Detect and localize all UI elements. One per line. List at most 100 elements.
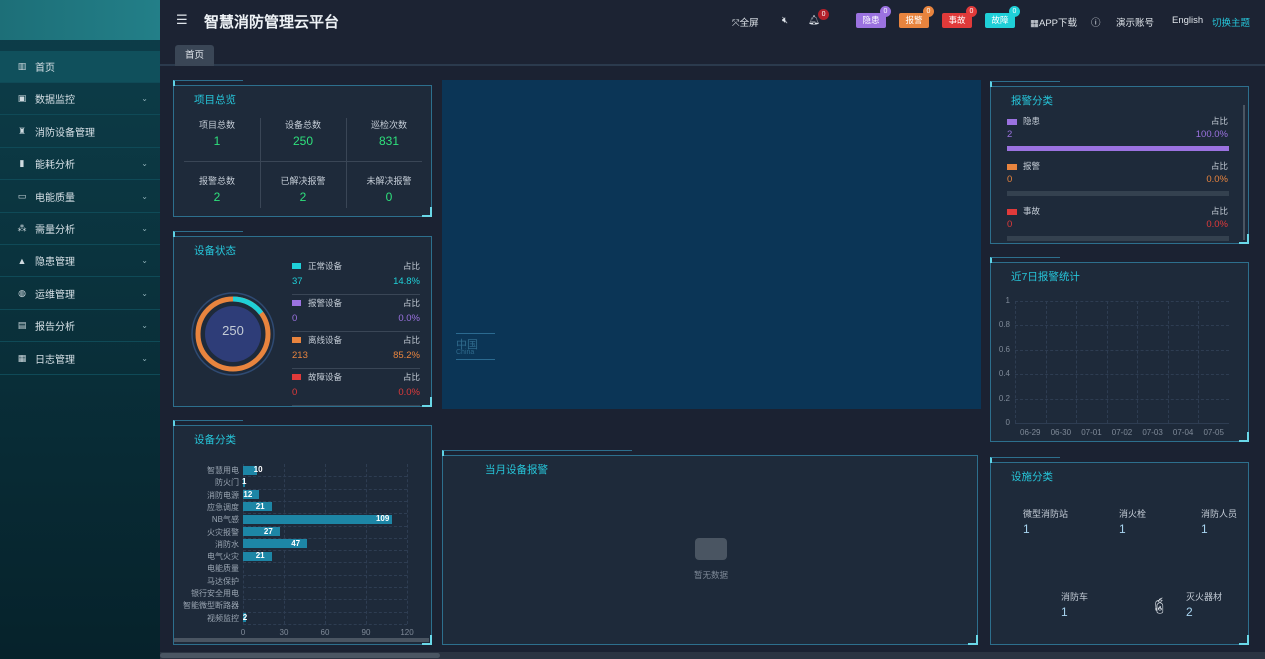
- grid-line: [1137, 301, 1139, 423]
- facility-panel: 设施分类 🧯︎ 微型消防站 1 消火栓 1 消防人员 1 消防车 1 灭火器材 2: [990, 457, 1249, 645]
- alarm-category-panel: 报警分类 隐患 占比 2 100.0% 报警 占比 0 0.0% 事故 占比 0 0.0%: [990, 81, 1249, 244]
- grid-line: [1015, 301, 1016, 423]
- badge-3[interactable]: 故障 0: [985, 6, 1020, 28]
- grid-line: [1076, 301, 1078, 423]
- app-title: 智慧消防管理云平台: [204, 14, 340, 31]
- category-pct: 0.0%: [1206, 174, 1228, 185]
- badge-0[interactable]: 隐患 0: [856, 6, 891, 28]
- grid-line: [243, 587, 407, 588]
- sidebar-item-3[interactable]: ▮ 能耗分析 ⌄: [0, 148, 160, 181]
- legend-swatch: [292, 300, 301, 306]
- monthly-alarm-panel: 当月设备报警 暂无数据: [442, 450, 978, 645]
- language-switch[interactable]: English: [1172, 15, 1203, 26]
- map[interactable]: 中国 China: [442, 80, 981, 409]
- theme-switch[interactable]: 切换主题: [1212, 15, 1250, 29]
- legend-row: 报警设备 占比 0 0.0%: [292, 296, 420, 332]
- category-pct: 0.0%: [1206, 219, 1228, 230]
- bar-value-label: 1: [242, 477, 247, 487]
- legend-label: 报警设备: [308, 298, 343, 308]
- sidebar-item-2[interactable]: ♜ 消防设备管理: [0, 116, 160, 148]
- legend-value: 0: [292, 387, 298, 398]
- sidebar-item-1[interactable]: ▣ 数据监控 ⌄: [0, 83, 160, 116]
- legend-value: 213: [292, 350, 308, 361]
- legend-swatch: [1007, 209, 1017, 215]
- y-tick-label: 0.2: [998, 393, 1010, 403]
- weekly-alarm-panel: 近7日报警统计 0 0.2 0.4 0.6 0.8 1 06-29 06-30 07-01 07-…: [990, 257, 1250, 443]
- badge-1[interactable]: 报警 0: [899, 6, 934, 28]
- category-label: 隐患: [1023, 116, 1041, 126]
- account-menu[interactable]: 演示账号: [1116, 15, 1154, 29]
- grid-line: [1015, 374, 1229, 376]
- grid-line: [1015, 325, 1229, 327]
- horizontal-scrollbar[interactable]: [174, 638, 429, 642]
- x-tick-label: 07-04: [1172, 428, 1194, 437]
- sidebar-item-8[interactable]: ▤ 报告分析 ⌄: [0, 310, 160, 343]
- grid-line: [243, 562, 407, 564]
- x-tick-label: 06-29: [1020, 428, 1041, 437]
- legend-value: 37: [292, 276, 303, 287]
- category-label: 应急调度: [207, 502, 239, 512]
- fullscreen-button[interactable]: ⤧全屏: [732, 15, 759, 29]
- ratio-label: 占比: [402, 335, 420, 345]
- logo-area: [0, 0, 160, 40]
- ratio-label: 占比: [1210, 116, 1228, 126]
- category-label: 视频监控: [207, 613, 239, 623]
- bar-value-label: 12: [243, 489, 253, 499]
- sidebar-item-0[interactable]: ▥ 首页: [0, 51, 160, 83]
- chevron-down-icon: ⌄: [141, 256, 148, 266]
- menu-toggle-icon[interactable]: ☰: [176, 12, 188, 28]
- badge-label: 报警: [905, 15, 923, 25]
- x-tick-label: 60: [320, 627, 330, 637]
- bar-value-label: 21: [255, 551, 265, 561]
- sidebar-item-label: 报告分析: [35, 322, 75, 334]
- app-download-button[interactable]: ▦APP下载: [1030, 15, 1077, 29]
- ratio-label: 占比: [1210, 206, 1228, 216]
- grid-line: [1015, 301, 1229, 302]
- stat-label: 设备总数: [284, 120, 321, 130]
- panel-title: 当月设备报警: [485, 464, 548, 476]
- header: ☰ 智慧消防管理云平台 ⤧全屏 🔇︎ 🔔︎ 0 ▦APP下载 ⓘ 演示账号 Eng…: [160, 0, 1265, 40]
- category-label: 智慧用电: [207, 466, 239, 475]
- legend-pct: 14.8%: [393, 276, 420, 287]
- weekly-alarm-chart: 0 0.2 0.4 0.6 0.8 1 06-29 06-30 07-01 07-02 07-03 0…: [991, 263, 1250, 443]
- category-label: 电气火灾: [207, 552, 239, 562]
- facility-value: 1: [1201, 522, 1208, 536]
- grid-line: [243, 476, 407, 478]
- x-tick-label: 120: [400, 627, 414, 637]
- cluster-icon: ⁂: [17, 223, 27, 233]
- category-label: 马达保护: [207, 576, 239, 586]
- facility-label: 微型消防站: [1023, 509, 1069, 519]
- empty-text: 暂无数据: [693, 570, 728, 580]
- x-tick-label: 90: [361, 627, 371, 637]
- grid-line: [243, 611, 407, 613]
- sidebar-item-label: 消防设备管理: [35, 127, 95, 139]
- device-category-chart: 0 30 60 90 120 智慧用电 10 防火门 1 消防电源 12 应急调度 21 NB气感 109 火…: [174, 426, 433, 646]
- chevron-down-icon: ⌄: [141, 94, 148, 104]
- sidebar-item-label: 首页: [35, 63, 55, 74]
- x-tick-label: 07-01: [1081, 428, 1102, 437]
- stat-value: 831: [378, 134, 400, 148]
- sidebar-item-5[interactable]: ⁂ 需量分析 ⌄: [0, 213, 160, 245]
- sidebar-item-4[interactable]: ▭ 电能质量 ⌄: [0, 181, 160, 213]
- vertical-scrollbar[interactable]: [1243, 105, 1245, 240]
- help-icon[interactable]: ⓘ: [1091, 15, 1101, 29]
- globe-icon: ◍: [18, 287, 26, 298]
- bell-button[interactable]: 🔔︎ 0: [808, 9, 830, 26]
- sidebar-item-9[interactable]: ▦ 日志管理 ⌄: [0, 343, 160, 375]
- fire-extinguisher-icon: 🧯︎: [1149, 598, 1170, 615]
- category-label: 电能质量: [207, 564, 239, 574]
- bar: [243, 527, 280, 536]
- sidebar-item-7[interactable]: ◍ 运维管理 ⌄: [0, 278, 160, 310]
- sidebar-item-6[interactable]: ▲ 隐患管理 ⌄: [0, 245, 160, 278]
- y-tick-label: 1: [1005, 296, 1010, 305]
- map-sublabel: China: [456, 349, 475, 356]
- panel-title: 报警分类: [1011, 95, 1053, 107]
- device-status-panel: 设备状态 250 正常设备 占比 37 14.8% 报警设备 占比 0 0.0% 离线设备 占比 2…: [173, 231, 432, 407]
- page-scrollbar[interactable]: [160, 652, 1265, 659]
- badge-2[interactable]: 事故 0: [942, 6, 977, 28]
- panel-title: 设备状态: [194, 245, 236, 257]
- mute-icon[interactable]: 🔇︎: [782, 15, 788, 26]
- category-pct: 100.0%: [1195, 129, 1228, 140]
- tab-home[interactable]: 首页: [175, 45, 215, 66]
- chevron-down-icon: ⌄: [141, 191, 148, 201]
